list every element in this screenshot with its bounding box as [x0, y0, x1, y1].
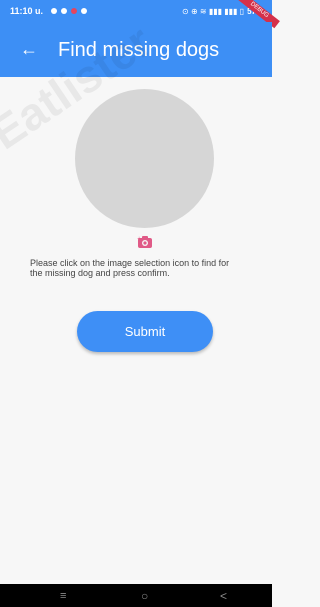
- submit-button[interactable]: Submit: [77, 311, 213, 352]
- notification-icon-3: [71, 8, 78, 14]
- status-bar: 11:10 u. ⊙ ⊕ ≋ ▮▮▮ ▮▮▮ ▯ 57 DEBUG: [0, 0, 280, 29]
- menu-icon[interactable]: ≡: [60, 584, 66, 607]
- notification-icon-2: [61, 8, 68, 14]
- dog-image-placeholder: [75, 89, 214, 228]
- back-nav-icon[interactable]: <: [220, 584, 227, 607]
- status-time: 11:10 u.: [10, 6, 44, 16]
- system-nav-bar: ≡ ○ <: [0, 584, 272, 607]
- notification-icons: [51, 8, 88, 14]
- camera-icon[interactable]: +: [137, 235, 153, 249]
- status-indicator-icons: ⊙ ⊕ ≋ ▮▮▮ ▮▮▮ ▯: [182, 6, 245, 16]
- notification-icon-4: [81, 8, 88, 14]
- notification-icon-1: [51, 8, 58, 14]
- back-arrow-icon[interactable]: ←: [20, 38, 38, 60]
- home-icon[interactable]: ○: [141, 584, 148, 607]
- svg-text:+: +: [137, 236, 141, 242]
- instruction-text: Please click on the image selection icon…: [30, 258, 230, 278]
